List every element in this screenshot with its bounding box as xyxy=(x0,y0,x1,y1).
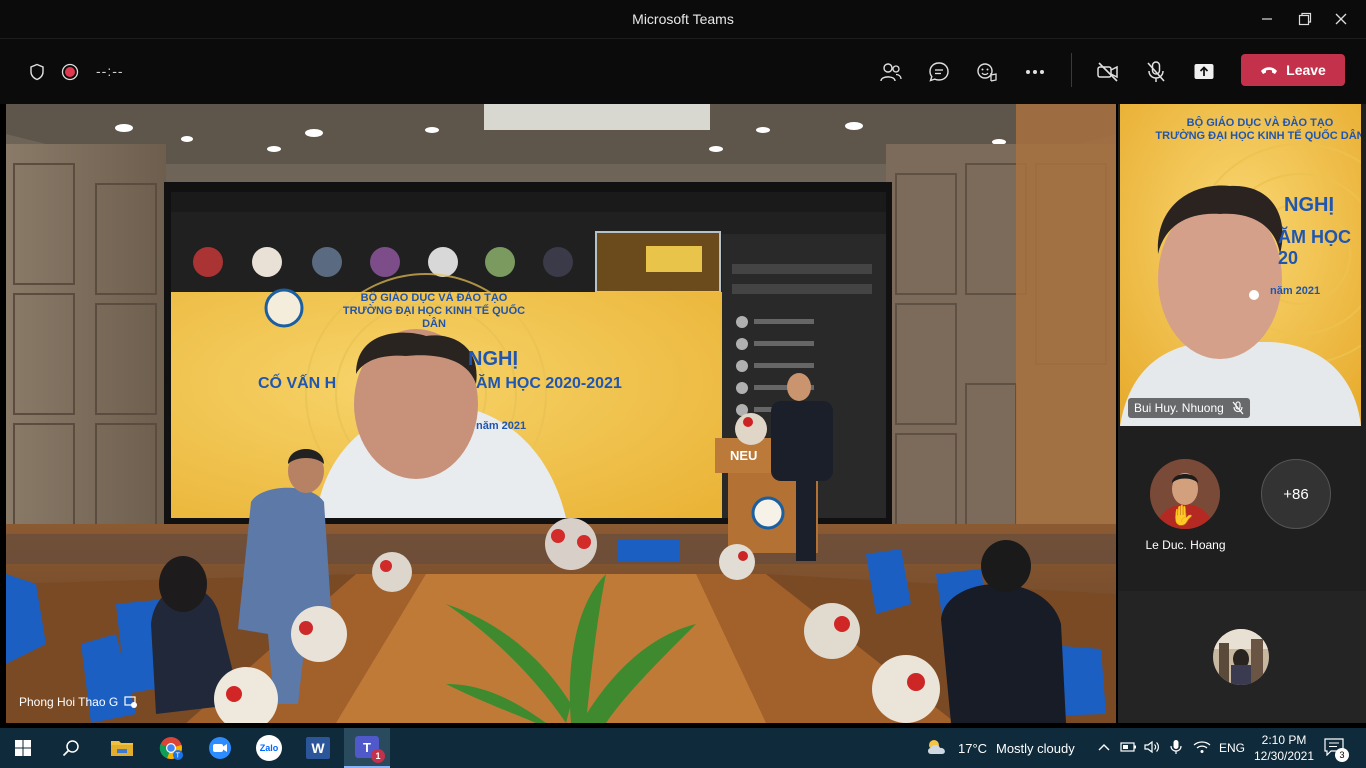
speaker-icon xyxy=(1144,740,1159,754)
title-bar: Microsoft Teams xyxy=(0,0,1366,38)
main-participant-name: Phong Hoi Thao G xyxy=(19,695,119,709)
raised-hand-icon: ✋ xyxy=(1170,505,1195,527)
word-button[interactable]: W xyxy=(295,728,341,768)
microphone-indicator[interactable] xyxy=(1169,739,1183,760)
mic-off-icon xyxy=(1147,61,1165,82)
teams-button[interactable]: T 1 xyxy=(344,728,390,768)
shield-icon xyxy=(30,63,44,81)
side-video-title-b: ĂM HỌC 20 xyxy=(1278,227,1351,268)
window-title: Microsoft Teams xyxy=(632,11,734,27)
meeting-timer: --:-- xyxy=(96,63,124,79)
side-participant-tag: Bui Huy. Nhuong xyxy=(1128,398,1250,418)
meeting-toolbar: --:-- Leave xyxy=(0,38,1366,104)
teams-badge: 1 xyxy=(371,749,385,763)
mic-toggle-button[interactable] xyxy=(1140,56,1172,88)
restore-icon xyxy=(1298,12,1312,26)
reactions-icon xyxy=(977,63,997,82)
battery-indicator[interactable] xyxy=(1120,740,1138,759)
screen-title-a: NGHỊ xyxy=(468,348,518,370)
participant-side-panel: BỘ GIÁO DỤC VÀ ĐÀO TẠO TRƯỜNG ĐẠI HỌC KI… xyxy=(1118,104,1366,723)
search-button[interactable] xyxy=(48,728,94,768)
weather-widget[interactable] xyxy=(926,738,948,761)
chrome-button[interactable]: T xyxy=(148,728,194,768)
reactions-button[interactable] xyxy=(971,56,1003,88)
screen-title-b: CỐ VẤN H xyxy=(258,375,337,392)
zoom-button[interactable] xyxy=(197,728,243,768)
camera-off-icon xyxy=(1097,62,1118,82)
phone-hangup-icon xyxy=(1261,67,1278,74)
chat-button[interactable] xyxy=(923,56,955,88)
minimize-icon xyxy=(1262,18,1272,20)
main-participant-tag: Phong Hoi Thao G xyxy=(19,695,138,709)
self-view-area xyxy=(1118,591,1366,723)
clock-date: 12/30/2021 xyxy=(1253,749,1315,763)
self-view-avatar[interactable] xyxy=(1213,629,1269,685)
svg-text:T: T xyxy=(176,753,181,760)
screen-title-c: ĂM HỌC 2020-2021 xyxy=(476,375,622,392)
conference-room-video: NEU xyxy=(6,104,1116,723)
side-video-title-a: NGHỊ xyxy=(1284,194,1334,216)
side-video-date: năm 2021 xyxy=(1270,285,1321,297)
main-video-stage[interactable]: NEU BỘ GIÁO DỤC VÀ ĐÀO TẠO TRƯỜNG ĐẠI HỌ… xyxy=(6,104,1116,723)
recording-indicator xyxy=(54,56,86,88)
chevron-up-icon xyxy=(1098,744,1110,751)
participants-icon xyxy=(880,63,902,82)
screen-header: BỘ GIÁO DỤC VÀ ĐÀO TẠO TRƯỜNG ĐẠI HỌC KI… xyxy=(342,292,526,330)
screen-date: năm 2021 xyxy=(476,420,527,432)
file-explorer-button[interactable] xyxy=(99,728,145,768)
chat-icon xyxy=(929,62,949,82)
wifi-icon xyxy=(1193,741,1211,753)
battery-icon xyxy=(1120,742,1136,752)
chrome-icon: T xyxy=(159,737,183,760)
close-icon xyxy=(1335,13,1347,25)
more-participants-button[interactable]: +86 xyxy=(1261,459,1331,529)
network-button[interactable] xyxy=(1193,740,1211,759)
side-participant-name: Bui Huy. Nhuong xyxy=(1134,401,1224,415)
close-button[interactable] xyxy=(1318,0,1364,38)
leave-label: Leave xyxy=(1286,62,1326,78)
windows-logo-icon xyxy=(15,740,31,756)
volume-button[interactable] xyxy=(1144,740,1162,759)
record-icon xyxy=(61,63,79,81)
weather-description: Mostly cloudy xyxy=(996,741,1075,756)
folder-icon xyxy=(111,741,133,756)
search-icon xyxy=(62,740,79,757)
input-language[interactable]: ENG xyxy=(1219,741,1245,755)
leave-button[interactable]: Leave xyxy=(1241,54,1345,86)
windows-taskbar: T Zalo W T 1 17°C Mostly cloudy ENG 2:10… xyxy=(0,728,1366,768)
notification-count-badge: 3 xyxy=(1335,748,1349,762)
zalo-icon: Zalo xyxy=(256,735,282,761)
clock-button[interactable]: 2:10 PM 12/30/2021 xyxy=(1252,732,1316,764)
more-icon xyxy=(1026,70,1044,74)
side-video-header: BỘ GIÁO DỤC VÀ ĐÀO TẠO TRƯỜNG ĐẠI HỌC KI… xyxy=(1155,117,1361,142)
word-icon: W xyxy=(306,737,330,759)
cloud-icon xyxy=(928,740,945,754)
side-video-tile[interactable]: BỘ GIÁO DỤC VÀ ĐÀO TẠO TRƯỜNG ĐẠI HỌC KI… xyxy=(1120,104,1361,426)
show-hidden-icons-button[interactable] xyxy=(1097,740,1111,759)
more-actions-button[interactable] xyxy=(1019,56,1051,88)
mic-muted-icon xyxy=(1232,401,1244,415)
weather-temperature: 17°C xyxy=(958,741,988,756)
toolbar-separator xyxy=(1071,53,1072,87)
notification-center-button[interactable]: 3 xyxy=(1324,738,1349,762)
camera-toggle-button[interactable] xyxy=(1092,56,1124,88)
participant-avatar-le-duc-hoang[interactable]: ✋ xyxy=(1150,459,1220,529)
participant-name-label: Le Duc. Hoang xyxy=(1145,538,1226,552)
microphone-icon xyxy=(1170,740,1182,754)
zalo-button[interactable]: Zalo xyxy=(246,728,292,768)
start-button[interactable] xyxy=(0,728,46,768)
participants-button[interactable] xyxy=(875,56,907,88)
podium-logo-text: NEU xyxy=(730,448,757,463)
share-icon xyxy=(1194,64,1214,79)
screen-share-indicator-icon xyxy=(124,696,138,708)
clock-time: 2:10 PM xyxy=(1261,733,1307,747)
self-avatar-photo xyxy=(1213,629,1269,685)
meeting-info-button[interactable] xyxy=(21,56,53,88)
teams-icon: T 1 xyxy=(355,736,385,763)
zoom-icon xyxy=(209,737,231,759)
share-screen-button[interactable] xyxy=(1188,56,1220,88)
